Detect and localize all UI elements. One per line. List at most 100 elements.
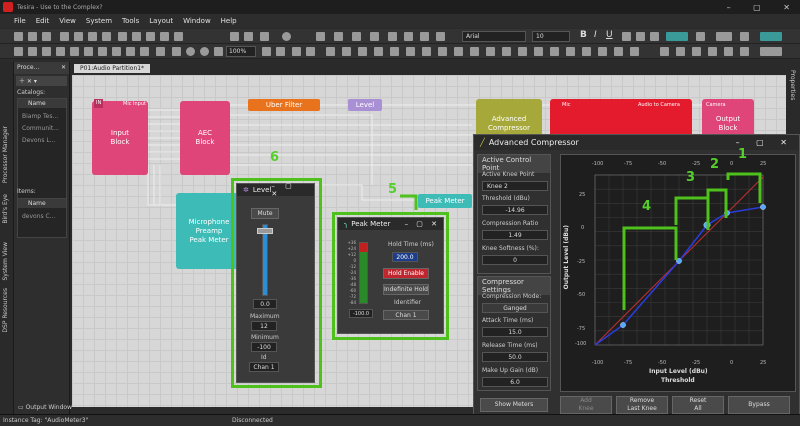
- uber-filter-block[interactable]: Uber Filter: [248, 99, 320, 111]
- line-style-icon[interactable]: [696, 32, 705, 41]
- ratio-field[interactable]: 1.49: [482, 230, 548, 240]
- dynamics-icon[interactable]: [422, 47, 431, 56]
- page-icon[interactable]: [262, 47, 271, 56]
- catalog-item[interactable]: Communit...: [22, 125, 59, 132]
- usb-icon[interactable]: [614, 47, 623, 56]
- copy-icon[interactable]: [74, 32, 83, 41]
- nav-back-icon[interactable]: [292, 47, 301, 56]
- meter-icon[interactable]: [326, 47, 335, 56]
- bypass-button[interactable]: Bypass: [728, 396, 790, 414]
- cut-icon[interactable]: [60, 32, 69, 41]
- open-icon[interactable]: [28, 32, 37, 41]
- wrench-icon[interactable]: [404, 32, 413, 41]
- menu-tools[interactable]: Tools: [122, 17, 139, 25]
- redo-icon[interactable]: [244, 32, 253, 41]
- delay-icon[interactable]: [406, 47, 415, 56]
- front-icon[interactable]: [70, 47, 79, 56]
- align-left-icon[interactable]: [118, 32, 127, 41]
- line-icon[interactable]: [676, 47, 685, 56]
- grid-icon[interactable]: [14, 47, 23, 56]
- compressor-dialog-titlebar[interactable]: ╱ Advanced Compressor – ▢ ✕: [474, 135, 799, 150]
- knee-softness-field[interactable]: 0: [482, 255, 548, 265]
- distribute-icon[interactable]: [126, 47, 135, 56]
- menu-file[interactable]: File: [14, 17, 26, 25]
- rotate-icon[interactable]: [98, 47, 107, 56]
- zoom-area-icon[interactable]: [214, 47, 223, 56]
- align-top-icon[interactable]: [160, 32, 169, 41]
- menu-system[interactable]: System: [86, 17, 112, 25]
- threshold-field[interactable]: -14.96: [482, 205, 548, 215]
- help-icon[interactable]: [282, 32, 291, 41]
- item-row[interactable]: devons C...: [22, 213, 55, 220]
- text-color-icon[interactable]: [740, 32, 749, 41]
- level-block[interactable]: Level: [348, 99, 382, 111]
- aec-icon[interactable]: [534, 47, 543, 56]
- font-size-select[interactable]: 10: [532, 31, 570, 42]
- text-center-icon[interactable]: [636, 32, 645, 41]
- input-block[interactable]: IN Mic Input Input Block: [92, 99, 148, 175]
- group-icon[interactable]: [42, 47, 51, 56]
- zoom-out-icon[interactable]: [172, 47, 181, 56]
- output-icon[interactable]: [518, 47, 527, 56]
- save-icon[interactable]: [42, 32, 51, 41]
- tab-birds-eye[interactable]: Bird's Eye: [2, 194, 9, 224]
- text-left-icon[interactable]: [622, 32, 631, 41]
- menu-layout[interactable]: Layout: [149, 17, 173, 25]
- compile-icon[interactable]: [334, 32, 343, 41]
- wave-icon[interactable]: [630, 47, 639, 56]
- menu-view[interactable]: View: [59, 17, 76, 25]
- shield-icon[interactable]: [388, 32, 397, 41]
- paste-icon[interactable]: [88, 32, 97, 41]
- multi-page-icon[interactable]: [276, 47, 285, 56]
- snap-icon[interactable]: [28, 47, 37, 56]
- tab-system-view[interactable]: System View: [2, 242, 9, 281]
- align-right-icon[interactable]: [146, 32, 155, 41]
- text-right-icon[interactable]: [650, 32, 659, 41]
- line-weight-icon[interactable]: [716, 32, 732, 41]
- mixer-icon[interactable]: [358, 47, 367, 56]
- remove-last-knee-button[interactable]: Remove Last Knee: [616, 396, 668, 414]
- line-color-icon[interactable]: [760, 47, 782, 56]
- pointer-icon[interactable]: [420, 32, 429, 41]
- italic-button[interactable]: I: [594, 30, 597, 40]
- tab-properties[interactable]: Properties: [789, 70, 796, 100]
- output-window-tab[interactable]: ▭ Output Window: [18, 404, 98, 414]
- send-icon[interactable]: [352, 32, 361, 41]
- control-icon[interactable]: [470, 47, 479, 56]
- router-icon[interactable]: [374, 47, 383, 56]
- menu-help[interactable]: Help: [221, 17, 237, 25]
- input-icon[interactable]: [502, 47, 511, 56]
- undo-icon[interactable]: [230, 32, 239, 41]
- compression-mode-value[interactable]: Ganged: [482, 303, 548, 313]
- pen-icon[interactable]: [436, 32, 445, 41]
- underline-button[interactable]: U: [606, 30, 613, 40]
- filter-icon[interactable]: [438, 47, 447, 56]
- telco-icon[interactable]: [566, 47, 575, 56]
- eq-icon[interactable]: [390, 47, 399, 56]
- zoom-select[interactable]: 100%: [226, 46, 256, 57]
- item-name-header[interactable]: Name: [18, 199, 66, 208]
- image-icon[interactable]: [740, 47, 749, 56]
- generator-icon[interactable]: [486, 47, 495, 56]
- zoom-in-icon[interactable]: [186, 47, 195, 56]
- show-meters-button[interactable]: Show Meters: [480, 398, 548, 412]
- size-icon[interactable]: [140, 47, 149, 56]
- delete-icon[interactable]: [102, 32, 111, 41]
- align-center-icon[interactable]: [132, 32, 141, 41]
- text-tool-icon[interactable]: [724, 47, 733, 56]
- pin-icon[interactable]: ✕: [61, 64, 66, 72]
- ungroup-icon[interactable]: [56, 47, 65, 56]
- connect-icon[interactable]: [370, 32, 379, 41]
- network-icon[interactable]: [316, 32, 325, 41]
- tab-dsp-resources[interactable]: DSP Resources: [2, 288, 9, 333]
- active-knee-select[interactable]: Knee 2: [482, 181, 548, 191]
- menu-edit[interactable]: Edit: [36, 17, 50, 25]
- zoom-fit-icon[interactable]: [200, 47, 209, 56]
- fader-icon[interactable]: [342, 47, 351, 56]
- fill-color-icon[interactable]: [666, 32, 688, 41]
- reset-all-button[interactable]: Reset All: [672, 396, 724, 414]
- bold-button[interactable]: B: [580, 30, 587, 40]
- compressor-window-controls[interactable]: – ▢ ✕: [736, 138, 794, 147]
- hand-icon[interactable]: [156, 47, 165, 56]
- new-icon[interactable]: [14, 32, 23, 41]
